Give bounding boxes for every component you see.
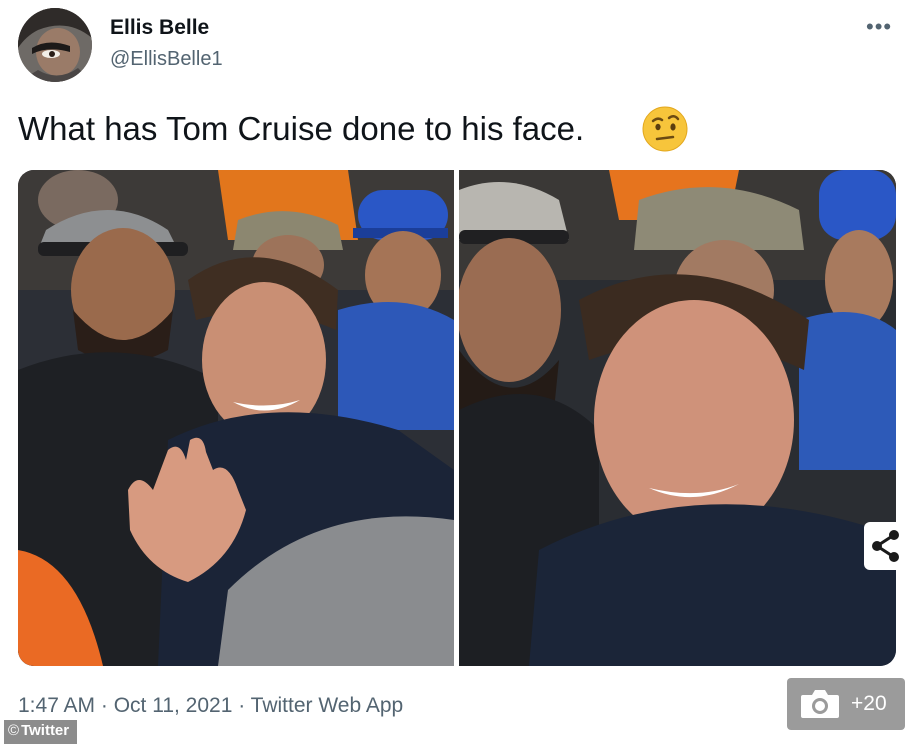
share-button[interactable] xyxy=(864,522,908,570)
gallery-button[interactable]: +20 xyxy=(787,678,905,730)
photo-2-image xyxy=(457,170,896,666)
credit-label: Twitter xyxy=(21,722,70,739)
copyright-symbol: © xyxy=(8,722,20,739)
image-credit: © Twitter xyxy=(4,720,78,744)
tweet-media-grid xyxy=(18,170,896,666)
avatar[interactable] xyxy=(18,8,92,82)
share-icon xyxy=(872,530,899,562)
photo-1-image xyxy=(18,170,454,666)
gallery-count: +20 xyxy=(851,692,887,715)
tweet-photo-1[interactable] xyxy=(18,170,454,666)
tweet-timestamp[interactable]: 1:47 AM · Oct 11, 2021 · Twitter Web App xyxy=(18,694,403,718)
avatar-image xyxy=(18,8,92,82)
camera-icon xyxy=(801,690,839,718)
author-display-name[interactable]: Ellis Belle xyxy=(110,16,209,40)
more-options-icon[interactable]: ••• xyxy=(866,14,892,40)
tweet-photo-2[interactable] xyxy=(457,170,896,666)
author-handle[interactable]: @EllisBelle1 xyxy=(110,48,223,71)
raised-eyebrow-emoji-icon xyxy=(642,106,688,152)
tweet-text: What has Tom Cruise done to his face. xyxy=(18,110,585,147)
